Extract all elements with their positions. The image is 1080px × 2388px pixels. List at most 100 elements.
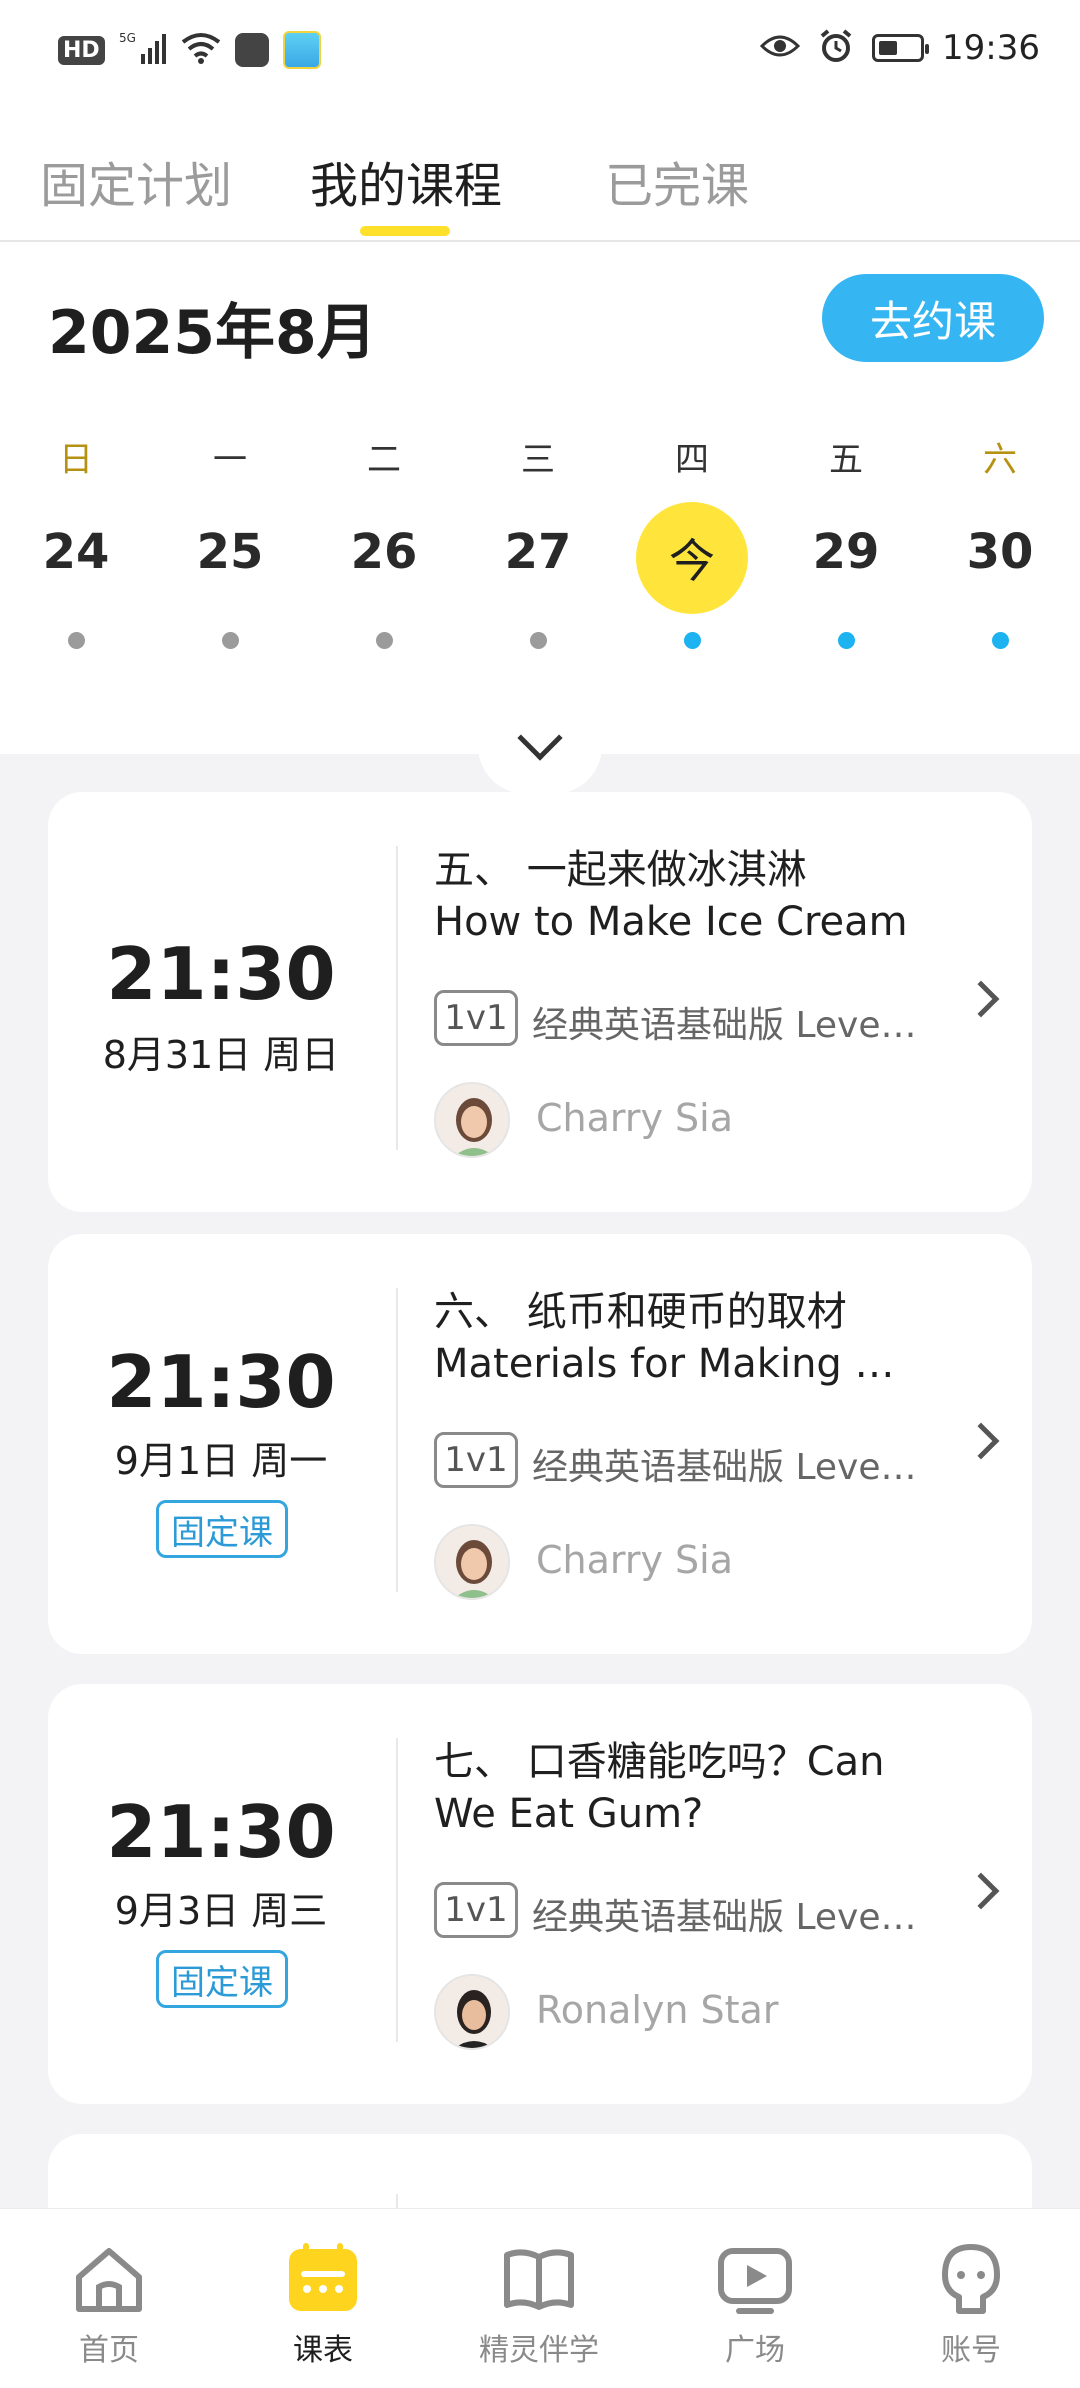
- schedule-dot: [68, 632, 85, 649]
- book-class-button[interactable]: 去约课: [822, 274, 1044, 362]
- lesson-type-badge: 1v1: [434, 1882, 518, 1938]
- day-sat[interactable]: 六 30: [940, 432, 1060, 649]
- active-tab-indicator: [360, 226, 450, 236]
- status-time: 19:36: [942, 28, 1040, 68]
- nav-account[interactable]: 账号: [896, 2239, 1046, 2369]
- calendar-icon: [289, 2243, 357, 2311]
- course-card[interactable]: 21:30 8月31日 周日 五、 一起来做冰淇淋 How to Make Ic…: [48, 792, 1032, 1212]
- lesson-type-badge: 1v1: [434, 990, 518, 1046]
- month-title: 2025年8月: [48, 298, 377, 368]
- account-icon: [942, 2244, 1000, 2314]
- weekday-label: 五: [829, 440, 863, 480]
- class-time: 21:30: [106, 1790, 336, 1874]
- schedule-dot: [684, 632, 701, 649]
- nav-label: 精灵伴学: [479, 2333, 599, 2368]
- video-icon: [718, 2248, 792, 2314]
- app-notification-icon: [282, 31, 321, 69]
- date-number: 26: [350, 524, 418, 580]
- class-date: 8月31日 周日: [102, 1033, 340, 1077]
- lesson-title-cn: 六、 纸币和硬币的取材: [434, 1289, 847, 1335]
- day-fri[interactable]: 五 29: [786, 432, 906, 649]
- nav-label: 账号: [941, 2333, 1001, 2368]
- lesson-title-en: We Eat Gum?: [434, 1791, 704, 1837]
- weekday-label: 二: [367, 440, 401, 480]
- weekday-label: 日: [59, 440, 93, 480]
- fixed-class-tag: 固定课: [156, 1500, 288, 1558]
- weekday-label: 四: [675, 440, 709, 480]
- weekday-label: 六: [983, 440, 1017, 480]
- signal-icon: 5G: [119, 30, 167, 70]
- card-divider: [396, 846, 398, 1150]
- course-name: 经典英语基础版 Leve…: [532, 1897, 917, 1938]
- date-number: 24: [42, 524, 110, 580]
- lesson-title-en: Materials for Making …: [434, 1341, 895, 1387]
- lesson-title: 五、 一起来做冰淇淋 How to Make Ice Cream: [434, 844, 954, 948]
- chevron-right-icon: [962, 980, 1000, 1018]
- status-right: 19:36: [759, 28, 1040, 68]
- card-divider: [396, 1288, 398, 1592]
- book-icon: [504, 2249, 574, 2310]
- teacher-name: Charry Sia: [536, 1538, 734, 1582]
- lesson-title-cn: 五、 一起来做冰淇淋: [434, 847, 807, 893]
- schedule-dot: [992, 632, 1009, 649]
- card-divider: [396, 1738, 398, 2042]
- lesson-title: 六、 纸币和硬币的取材 Materials for Making …: [434, 1286, 954, 1390]
- status-bar: HD 5G 19:36: [0, 0, 1080, 100]
- class-date: 9月1日 周一: [114, 1439, 328, 1483]
- week-calendar: 2025年8月 去约课 日 24 一 25 二 26 三 27 四 今 五 29…: [0, 242, 1080, 794]
- weekday-label: 一: [213, 440, 247, 480]
- alarm-icon: [818, 28, 854, 68]
- date-number: 30: [966, 524, 1034, 580]
- schedule-dot: [376, 632, 393, 649]
- schedule-dot: [838, 632, 855, 649]
- class-time: 21:30: [106, 932, 336, 1016]
- battery-icon: [872, 34, 930, 62]
- nav-label: 广场: [725, 2333, 785, 2368]
- expand-calendar-button[interactable]: [478, 698, 602, 794]
- class-time: 21:30: [106, 1340, 336, 1424]
- tab-my-courses[interactable]: 我的课程: [310, 146, 502, 216]
- home-icon: [76, 2248, 142, 2312]
- tab-completed[interactable]: 已完课: [605, 146, 749, 216]
- lesson-title-cn: 七、 口香糖能吃吗？Can: [434, 1739, 885, 1785]
- tab-fixed-plan[interactable]: 固定计划: [40, 146, 232, 216]
- top-tab-bar: 固定计划 我的课程 已完课: [0, 100, 1080, 242]
- chevron-right-icon: [962, 1422, 1000, 1460]
- today-marker: 今: [636, 502, 748, 614]
- teacher-avatar: [434, 1974, 510, 2050]
- day-sun[interactable]: 日 24: [16, 432, 136, 649]
- chevron-down-icon: [517, 715, 563, 761]
- app-store-icon: [234, 33, 269, 67]
- date-number: 27: [504, 524, 572, 580]
- day-mon[interactable]: 一 25: [170, 432, 290, 649]
- hd-indicator: HD: [58, 35, 105, 65]
- teacher-name: Ronalyn Star: [536, 1988, 779, 2032]
- wifi-icon: [181, 32, 221, 68]
- course-card[interactable]: 21:30 9月1日 周一 固定课 六、 纸币和硬币的取材 Materials …: [48, 1234, 1032, 1654]
- course-name: 经典英语基础版 Leve…: [532, 1005, 917, 1046]
- course-card[interactable]: 21:30 9月3日 周三 固定课 七、 口香糖能吃吗？Can We Eat G…: [48, 1684, 1032, 2104]
- nav-home[interactable]: 首页: [34, 2239, 184, 2369]
- weekday-label: 三: [521, 440, 555, 480]
- nav-square[interactable]: 广场: [680, 2239, 830, 2369]
- bottom-navigation: 首页 课表 精灵伴学 广场 账号: [0, 2208, 1080, 2388]
- lesson-type-badge: 1v1: [434, 1432, 518, 1488]
- schedule-dot: [222, 632, 239, 649]
- nav-label: 首页: [79, 2333, 139, 2368]
- nav-companion[interactable]: 精灵伴学: [464, 2239, 614, 2369]
- lesson-title: 七、 口香糖能吃吗？Can We Eat Gum?: [434, 1736, 954, 1840]
- schedule-dot: [530, 632, 547, 649]
- day-tue[interactable]: 二 26: [324, 432, 444, 649]
- date-number: 29: [812, 524, 880, 580]
- teacher-avatar: [434, 1524, 510, 1600]
- teacher-name: Charry Sia: [536, 1096, 734, 1140]
- day-thu-today[interactable]: 四 今: [632, 432, 752, 649]
- day-wed[interactable]: 三 27: [478, 432, 598, 649]
- nav-schedule[interactable]: 课表: [248, 2239, 398, 2369]
- chevron-right-icon: [962, 1872, 1000, 1910]
- class-date: 9月3日 周三: [114, 1889, 328, 1933]
- lesson-title-en: How to Make Ice Cream: [434, 899, 908, 945]
- nav-label: 课表: [293, 2333, 353, 2368]
- date-number: 25: [196, 524, 264, 580]
- course-name: 经典英语基础版 Leve…: [532, 1447, 917, 1488]
